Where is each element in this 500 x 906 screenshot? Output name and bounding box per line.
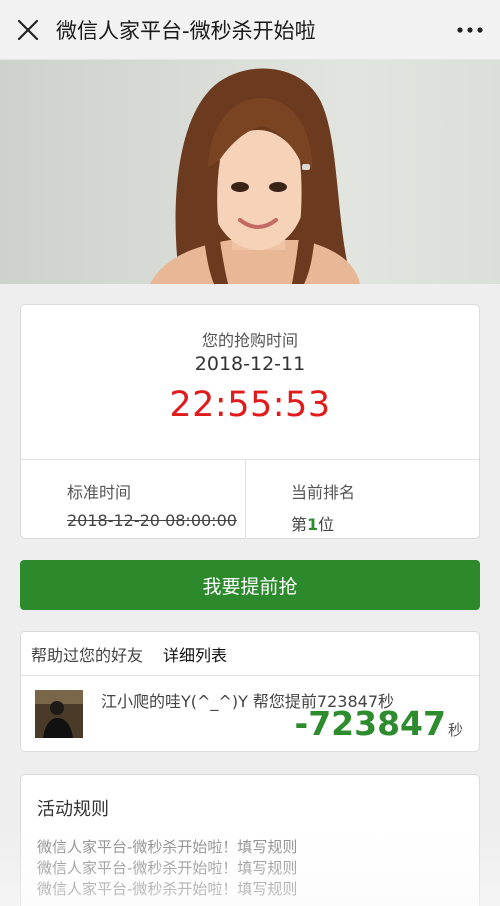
more-button[interactable] [440,0,500,60]
amount-value: -723847 [294,704,446,743]
rules-line: 微信人家平台-微秒杀开始啦！填写规则 [37,838,298,856]
horizontal-divider [21,459,479,460]
current-rank-value: 第1位 [291,511,355,535]
purchase-time-label: 您的抢购时间 [201,331,298,350]
friends-header-label: 帮助过您的好友 [31,645,144,665]
rules-lines: 微信人家平台-微秒杀开始啦！填写规则 微信人家平台-微秒杀开始啦！填写规则 微信… [37,837,297,900]
rules-line: 微信人家平台-微秒杀开始啦！填写规则 [37,859,298,877]
standard-time-label: 标准时间 [67,483,132,502]
helping-friends-card: 帮助过您的好友 详细列表 江小爬的哇Y(^_^)Y 帮您提前723847秒 -7… [20,631,480,752]
vertical-divider [245,459,246,539]
detail-list-link[interactable]: 详细列表 [163,642,227,666]
rank-number: 1 [307,515,319,534]
standard-time-block: 标准时间 2018-12-20 08:00:00 [67,479,237,530]
purchase-time-card: 您的抢购时间 2018-12-11 22:55:53 标准时间 2018-12-… [20,304,480,539]
friends-header: 帮助过您的好友 详细列表 [21,632,479,676]
friend-avatar-image [35,690,83,738]
portrait-photo [150,68,360,284]
rules-title: 活动规则 [37,799,109,820]
rank-prefix: 第 [291,515,308,534]
standard-time-value: 2018-12-20 08:00:00 [67,511,237,530]
current-rank-label: 当前排名 [291,483,356,502]
current-rank-block: 当前排名 第1位 [291,479,355,535]
activity-rules-card: 活动规则 微信人家平台-微秒杀开始啦！填写规则 微信人家平台-微秒杀开始啦！填写… [20,774,480,906]
close-icon [17,19,39,40]
close-button[interactable] [0,0,56,60]
more-icon [457,26,483,33]
friend-help-amount: -723847 秒 [295,704,463,743]
countdown-timer: 22:55:53 [169,385,331,425]
avatar [35,690,83,738]
amount-unit: 秒 [447,721,463,739]
rules-line: 微信人家平台-微秒杀开始啦！填写规则 [37,880,298,898]
page-title: 微信人家平台-微秒杀开始啦 [56,18,316,43]
top-bar: 微信人家平台-微秒杀开始啦 [0,0,500,60]
purchase-date: 2018-12-11 [194,353,306,375]
rank-suffix: 位 [318,515,335,534]
grab-early-button[interactable]: 我要提前抢 [20,560,480,610]
hero-banner-image [0,60,500,284]
